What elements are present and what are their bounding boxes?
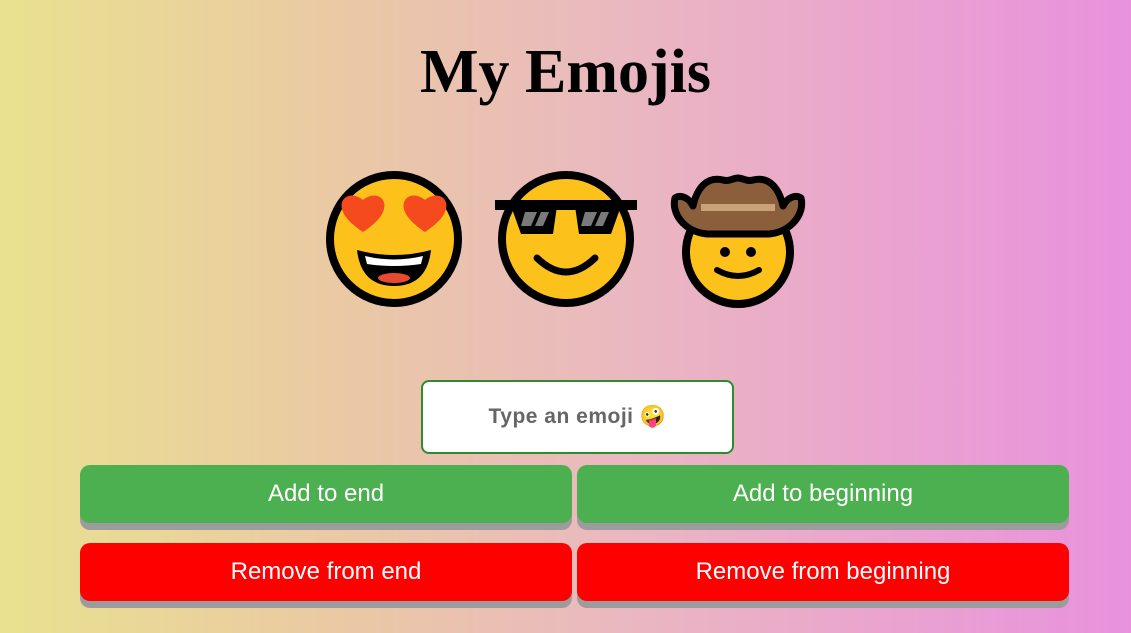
cowboy-face-emoji [670, 174, 805, 308]
heart-eyes-face-emoji [325, 171, 462, 307]
remove-from-beginning-button[interactable]: Remove from beginning [577, 543, 1069, 601]
sunglasses-face-emoji [494, 171, 637, 307]
page-title: My Emojis [419, 38, 712, 106]
remove-from-end-button[interactable]: Remove from end [80, 543, 572, 601]
add-to-end-button[interactable]: Add to end [80, 465, 572, 523]
emoji-input[interactable] [423, 382, 732, 452]
emoji-list [0, 168, 1131, 310]
emoji-input-wrapper [421, 380, 734, 454]
add-to-beginning-button[interactable]: Add to beginning [577, 465, 1069, 523]
